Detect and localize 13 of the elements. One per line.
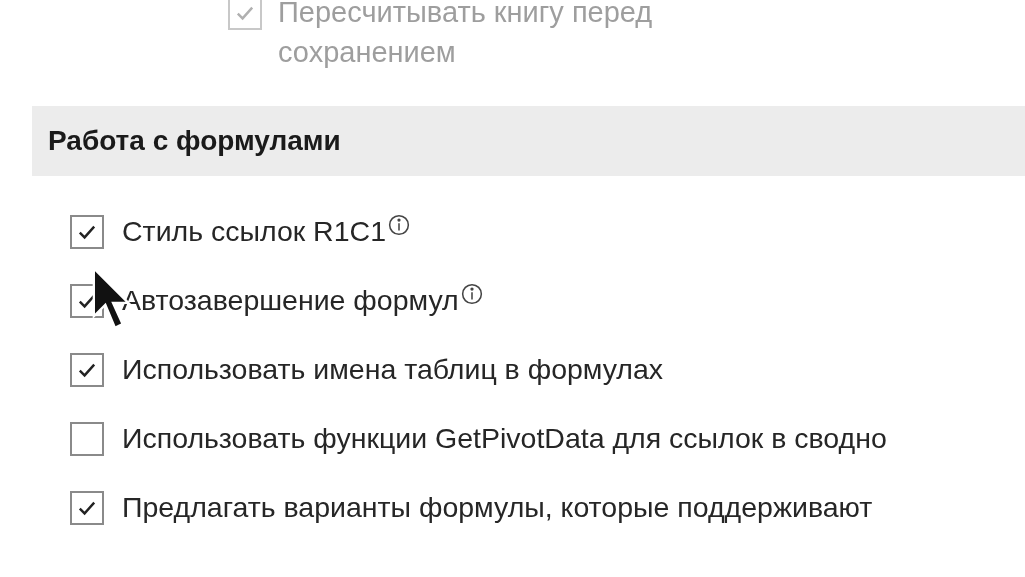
checkbox[interactable]: [70, 490, 104, 525]
section-header: Работа с формулами: [32, 106, 1025, 176]
checkbox[interactable]: [70, 421, 104, 456]
info-icon[interactable]: [388, 213, 410, 236]
info-icon[interactable]: [460, 282, 483, 305]
option-label: Стиль ссылок R1C1: [122, 215, 386, 248]
checkbox[interactable]: [70, 352, 104, 387]
option-label: Предлагать варианты формулы, которые поддерживают: [122, 491, 873, 524]
option-label: Использовать функции GetPivotData для ссылок в сводно: [122, 422, 887, 455]
checkbox[interactable]: [70, 214, 104, 249]
option-label: Автозавершение формул: [122, 284, 459, 317]
option-label: Пересчитывать книгу перед сохранением: [278, 0, 654, 70]
option-label: Использовать имена таблиц в формулах: [122, 353, 664, 386]
